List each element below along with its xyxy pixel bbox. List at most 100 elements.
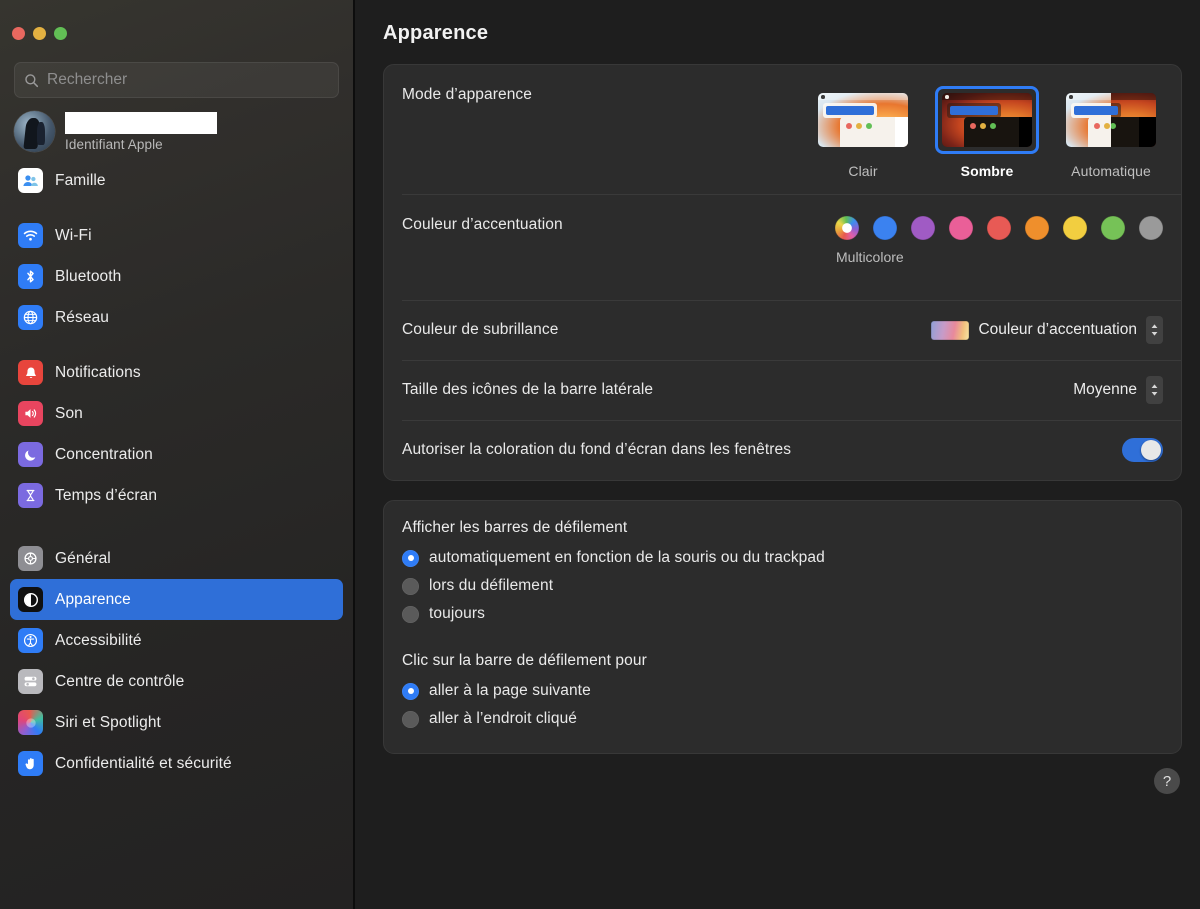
highlight-color-popup[interactable]: Couleur d’accentuation xyxy=(931,316,1163,344)
chevron-updown-icon[interactable] xyxy=(1146,316,1163,344)
accent-swatch-violet[interactable] xyxy=(911,216,935,240)
chevron-updown-icon[interactable] xyxy=(1146,376,1163,404)
accent-swatch-multicolore[interactable] xyxy=(835,216,859,240)
sidebar-item-centre-de-controle[interactable]: Centre de contrôle xyxy=(10,661,343,702)
radio-button[interactable] xyxy=(402,682,419,700)
scrollbar-click-group: Clic sur la barre de défilement pour all… xyxy=(384,652,1181,733)
privacy-hand-icon xyxy=(18,751,43,776)
accent-swatch-graphite[interactable] xyxy=(1139,216,1163,240)
appearance-mode-label: Mode d’apparence xyxy=(402,86,532,103)
accent-swatch-rose[interactable] xyxy=(949,216,973,240)
notifications-bell-icon xyxy=(18,360,43,385)
appearance-thumb-auto[interactable] xyxy=(1059,86,1163,154)
sound-speaker-icon xyxy=(18,401,43,426)
row-highlight-color: Couleur de subrillance Couleur d’accentu… xyxy=(384,300,1181,360)
window-controls xyxy=(0,0,353,40)
accent-swatch-bleu[interactable] xyxy=(873,216,897,240)
radio-label: toujours xyxy=(429,605,485,622)
sidebar-item-siri-et-spotlight[interactable]: Siri et Spotlight xyxy=(10,702,343,743)
row-sidebar-icon-size: Taille des icônes de la barre latérale M… xyxy=(384,360,1181,420)
sidebar-item-label: Famille xyxy=(55,171,106,189)
search-field[interactable] xyxy=(14,62,339,98)
sidebar-item-son[interactable]: Son xyxy=(10,393,343,434)
sidebar-item-label: Siri et Spotlight xyxy=(55,713,161,731)
highlight-color-value: Couleur d’accentuation xyxy=(978,321,1137,338)
sidebar-item-label: Bluetooth xyxy=(55,267,122,285)
row-accent-color: Couleur d’accentuation Multicolore xyxy=(384,194,1181,300)
scrollbars-title: Afficher les barres de défilement xyxy=(402,519,628,536)
radio-button[interactable] xyxy=(402,710,419,728)
sidebar-item-confidentialite-et-securite[interactable]: Confidentialité et sécurité xyxy=(10,743,343,784)
sidebar-item-general[interactable]: Général xyxy=(10,538,343,579)
sidebar-item-famille[interactable]: Famille xyxy=(10,160,343,201)
scrollbar-click-option-next-page[interactable]: aller à la page suivante xyxy=(402,677,1163,705)
sidebar-group-system: Notifications Son Concentration Temps d’… xyxy=(0,352,353,516)
accent-swatch-rouge[interactable] xyxy=(987,216,1011,240)
scrollbars-group: Afficher les barres de défilement automa… xyxy=(384,519,1181,628)
scrollbars-option-auto[interactable]: automatiquement en fonction de la souris… xyxy=(402,544,1163,572)
sidebar-icon-size-popup[interactable]: Moyenne xyxy=(1073,376,1163,404)
scrollbar-click-option-clicked-spot[interactable]: aller à l’endroit cliqué xyxy=(402,705,1163,733)
scrollbar-click-title: Clic sur la barre de défilement pour xyxy=(402,652,647,669)
network-globe-icon xyxy=(18,305,43,330)
sidebar-item-label: Général xyxy=(55,549,111,567)
appearance-settings-card: Mode d’apparence Clair Sombre Automatiqu… xyxy=(383,64,1182,481)
scrollbars-option-when-scrolling[interactable]: lors du défilement xyxy=(402,572,1163,600)
appearance-mode-options: Clair Sombre Automatique xyxy=(811,86,1163,179)
account-name-redacted xyxy=(65,112,217,134)
search-input[interactable] xyxy=(47,71,329,89)
accent-swatch-orange[interactable] xyxy=(1025,216,1049,240)
sidebar-item-label: Son xyxy=(55,404,83,422)
scrollbars-option-always[interactable]: toujours xyxy=(402,600,1163,628)
appearance-thumb-dark[interactable] xyxy=(935,86,1039,154)
sidebar-group-family: Famille xyxy=(0,160,353,201)
sidebar-item-label: Apparence xyxy=(55,590,131,608)
appearance-contrast-icon xyxy=(18,587,43,612)
sidebar-item-notifications[interactable]: Notifications xyxy=(10,352,343,393)
radio-button[interactable] xyxy=(402,577,419,595)
sidebar-item-label: Confidentialité et sécurité xyxy=(55,754,232,772)
radio-label: lors du défilement xyxy=(429,577,554,594)
accent-swatch-jaune[interactable] xyxy=(1063,216,1087,240)
page-title: Apparence xyxy=(383,22,489,44)
row-wallpaper-tinting: Autoriser la coloration du fond d’écran … xyxy=(384,420,1181,480)
appearance-thumb-light[interactable] xyxy=(811,86,915,154)
avatar xyxy=(14,111,55,152)
sidebar-item-label: Concentration xyxy=(55,445,153,463)
sidebar-item-accessibilite[interactable]: Accessibilité xyxy=(10,620,343,661)
system-settings-window: Identifiant Apple Famille xyxy=(0,0,1200,909)
sidebar-item-label: Réseau xyxy=(55,308,110,326)
sidebar-item-wifi[interactable]: Wi-Fi xyxy=(10,215,343,256)
wallpaper-tinting-toggle[interactable] xyxy=(1122,438,1163,462)
sidebar-item-concentration[interactable]: Concentration xyxy=(10,434,343,475)
help-button[interactable]: ? xyxy=(1154,768,1180,794)
zoom-button[interactable] xyxy=(54,27,67,40)
appearance-mode-caption: Clair xyxy=(848,163,878,179)
sidebar-item-apparence[interactable]: Apparence xyxy=(10,579,343,620)
scrollbar-settings-card: Afficher les barres de défilement automa… xyxy=(383,500,1182,754)
sidebar-item-temps-decran[interactable]: Temps d’écran xyxy=(10,475,343,516)
family-icon xyxy=(18,168,43,193)
close-button[interactable] xyxy=(12,27,25,40)
search-icon xyxy=(24,73,39,88)
appearance-mode-auto[interactable]: Automatique xyxy=(1059,86,1163,179)
minimize-button[interactable] xyxy=(33,27,46,40)
accent-color-caption: Multicolore xyxy=(836,249,904,265)
focus-moon-icon xyxy=(18,442,43,467)
radio-button[interactable] xyxy=(402,549,419,567)
sidebar-item-label: Centre de contrôle xyxy=(55,672,185,690)
appearance-mode-dark[interactable]: Sombre xyxy=(935,86,1039,179)
accent-color-label: Couleur d’accentuation xyxy=(402,216,563,233)
account-row[interactable]: Identifiant Apple xyxy=(0,98,353,160)
row-appearance-mode: Mode d’apparence Clair Sombre Automatiqu… xyxy=(384,65,1181,194)
sidebar-item-bluetooth[interactable]: Bluetooth xyxy=(10,256,343,297)
accent-swatch-vert[interactable] xyxy=(1101,216,1125,240)
sidebar-icon-size-label: Taille des icônes de la barre latérale xyxy=(402,381,654,398)
account-subtitle: Identifiant Apple xyxy=(65,137,163,152)
radio-button[interactable] xyxy=(402,605,419,623)
sidebar-group-appearance: Général Apparence Accessibilité Centre d… xyxy=(0,538,353,784)
control-center-icon xyxy=(18,669,43,694)
appearance-mode-light[interactable]: Clair xyxy=(811,86,915,179)
sidebar-item-reseau[interactable]: Réseau xyxy=(10,297,343,338)
accessibility-icon xyxy=(18,628,43,653)
